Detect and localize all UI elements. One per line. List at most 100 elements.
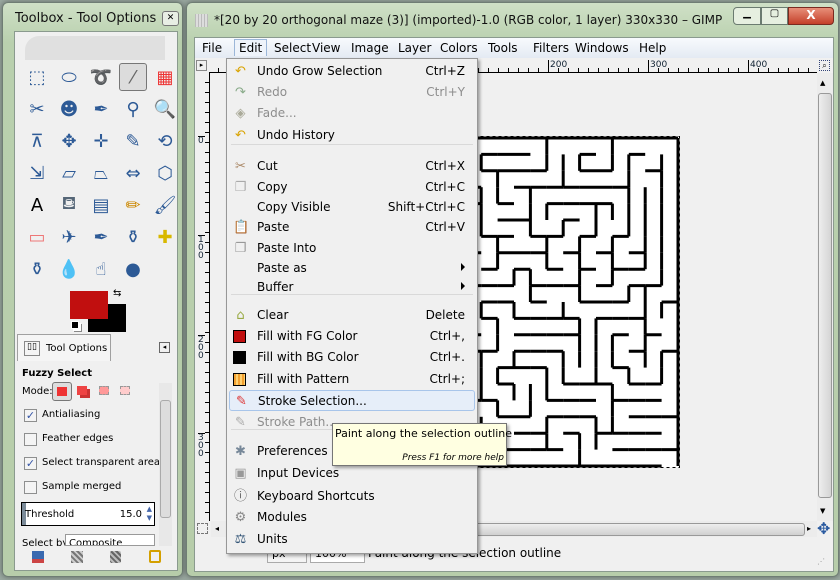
menu-file[interactable]: File: [202, 41, 222, 55]
vertical-scroll-thumb[interactable]: [818, 93, 832, 498]
tool-perspective-clone-button[interactable]: ⚱: [23, 255, 51, 283]
panel-menu-button[interactable]: ◂: [159, 342, 170, 353]
menu-item-undo-history[interactable]: ↶ Undo History: [229, 125, 475, 146]
tool-heal-button[interactable]: ✚: [151, 223, 179, 251]
tool-text-button[interactable]: A: [23, 191, 51, 219]
delete-options-icon[interactable]: [110, 551, 121, 563]
foreground-color-swatch[interactable]: [70, 291, 108, 319]
menu-item-copy[interactable]: ❐ Copy Ctrl+C: [229, 177, 475, 198]
resize-grip-icon[interactable]: ⋰: [817, 557, 825, 566]
menu-item-paste[interactable]: 📋 Paste Ctrl+V: [229, 217, 475, 238]
tool-align-button[interactable]: ✛: [87, 127, 115, 155]
tool-paths-button[interactable]: ✒: [87, 95, 115, 123]
menu-edit[interactable]: Edit: [234, 39, 268, 56]
tool-measure-button[interactable]: ⊼: [23, 127, 51, 155]
menu-item-clear[interactable]: ⌂ Clear Delete: [229, 305, 475, 326]
ruler-label: 300: [198, 433, 205, 459]
vertical-scrollbar[interactable]: ▲ ▼: [817, 73, 833, 521]
menu-item-input-devices[interactable]: ▣ Input Devices: [229, 463, 475, 484]
menu-layer[interactable]: Layer: [398, 41, 431, 55]
menu-item-units[interactable]: ⚖ Units: [229, 529, 475, 550]
quick-mask-menu-button[interactable]: ▸: [196, 60, 207, 71]
threshold-spin-icon[interactable]: ▲ ▼: [147, 505, 152, 523]
menu-item-fill-with-pattern[interactable]: Fill with Pattern Ctrl+;: [229, 369, 475, 390]
color-picker-icon: ⚲: [126, 98, 140, 120]
reset-options-icon[interactable]: [149, 550, 161, 563]
menu-item-modules[interactable]: ⚙ Modules: [229, 507, 475, 528]
tool-rect-select-button[interactable]: ⬚: [23, 63, 51, 91]
tool-rotate-button[interactable]: ⟲: [151, 127, 179, 155]
menu-select[interactable]: Select: [274, 41, 311, 55]
tool-fuzzy-select-button[interactable]: ⁄: [119, 63, 147, 91]
tool-color-picker-button[interactable]: ⚲: [119, 95, 147, 123]
zoom-to-fit-icon[interactable]: ⌕: [819, 60, 830, 71]
tool-shear-button[interactable]: ▱: [55, 159, 83, 187]
menu-filters[interactable]: Filters: [533, 41, 569, 55]
tool-cage-transform-button[interactable]: ⬡: [151, 159, 179, 187]
tool-airbrush-button[interactable]: ✈: [55, 223, 83, 251]
menu-item-fill-with-bg-color[interactable]: Fill with BG Color Ctrl+.: [229, 347, 475, 368]
tool-scale-button[interactable]: ⇲: [23, 159, 51, 187]
menu-colors[interactable]: Colors: [440, 41, 478, 55]
tool-pencil-button[interactable]: ✏: [119, 191, 147, 219]
tool-bucket-fill-button[interactable]: ⛾: [55, 191, 83, 219]
tool-blend-button[interactable]: ▤: [87, 191, 115, 219]
tool-ellipse-select-button[interactable]: ⬭: [55, 63, 83, 91]
tool-paintbrush-button[interactable]: 🖌: [151, 191, 179, 219]
tool-crop-button[interactable]: ✎: [119, 127, 147, 155]
threshold-slider[interactable]: Threshold 15.0 ▲ ▼: [21, 502, 155, 526]
mode-subtract-button[interactable]: [99, 386, 109, 395]
restore-options-icon[interactable]: [71, 551, 83, 563]
tool-ink-button[interactable]: ✒: [87, 223, 115, 251]
menu-item-fade[interactable]: ◈ Fade...: [229, 103, 475, 124]
navigate-icon[interactable]: ✥: [817, 519, 830, 538]
select-by-dropdown[interactable]: Composite: [65, 534, 155, 546]
checkbox-antialiasing[interactable]: ✓: [24, 409, 37, 422]
mode-replace-button[interactable]: [52, 382, 72, 401]
close-window-button[interactable]: X: [788, 7, 834, 25]
ruler-label: 200: [548, 60, 568, 70]
tool-flip-button[interactable]: ⇔: [119, 159, 147, 187]
mode-intersect-button[interactable]: [120, 386, 130, 395]
swap-colors-icon[interactable]: ⇆: [113, 288, 121, 299]
tool-blur-sharpen-button[interactable]: 💧: [55, 255, 83, 283]
default-colors-icon[interactable]: [71, 321, 79, 329]
save-options-icon[interactable]: [32, 551, 44, 563]
minimize-button[interactable]: ▁: [733, 7, 761, 25]
checkbox-select-transparent-areas[interactable]: ✓: [24, 457, 37, 470]
menu-item-fill-with-fg-color[interactable]: Fill with FG Color Ctrl+,: [229, 326, 475, 347]
tool-select-by-color-button[interactable]: ▦: [151, 63, 179, 91]
menu-item-stroke-selection[interactable]: ✎ Stroke Selection...: [229, 390, 475, 411]
menu-item-undo-grow-selection[interactable]: ↶ Undo Grow Selection Ctrl+Z: [229, 61, 475, 82]
menu-item-keyboard-shortcuts[interactable]: ⓘ Keyboard Shortcuts: [229, 486, 475, 507]
menu-item-copy-visible[interactable]: Copy Visible Shift+Ctrl+C: [229, 197, 475, 218]
menu-item-cut[interactable]: ✂ Cut Ctrl+X: [229, 156, 475, 177]
menu-help[interactable]: Help: [639, 41, 666, 55]
menu-item-redo[interactable]: ↷ Redo Ctrl+Y: [229, 82, 475, 103]
tool-perspective-button[interactable]: ⏢: [87, 159, 115, 187]
menu-item-paste-into[interactable]: ❐ Paste Into: [229, 238, 475, 259]
menu-view[interactable]: View: [312, 41, 340, 55]
tool-clone-button[interactable]: ⚱: [119, 223, 147, 251]
menu-item-paste-as[interactable]: Paste as: [229, 258, 475, 279]
menu-windows[interactable]: Windows: [575, 41, 629, 55]
tool-scissors-select-button[interactable]: ✂: [23, 95, 51, 123]
options-scrollbar[interactable]: [159, 383, 172, 546]
maximize-button[interactable]: ▢: [761, 7, 788, 25]
tool-smudge-button[interactable]: ☝: [87, 255, 115, 283]
mode-add-button[interactable]: [77, 386, 87, 395]
tool-zoom-button[interactable]: 🔍: [151, 95, 179, 123]
toggle-selection-icon[interactable]: [197, 523, 208, 534]
checkbox-sample-merged[interactable]: [24, 481, 37, 494]
tab-tool-options[interactable]: ▯▯ Tool Options: [17, 334, 111, 362]
tool-dodge-burn-button[interactable]: ●: [119, 255, 147, 283]
checkbox-feather-edges[interactable]: [24, 433, 37, 446]
tool-move-button[interactable]: ✥: [55, 127, 83, 155]
menu-image[interactable]: Image: [351, 41, 389, 55]
menu-tools[interactable]: Tools: [488, 41, 518, 55]
close-button[interactable]: ✕: [162, 11, 179, 26]
tool-free-select-button[interactable]: ➰: [87, 63, 115, 91]
tool-eraser-button[interactable]: ▭: [23, 223, 51, 251]
menu-item-label: Undo Grow Selection: [257, 64, 383, 78]
tool-foreground-select-button[interactable]: ☻: [55, 95, 83, 123]
